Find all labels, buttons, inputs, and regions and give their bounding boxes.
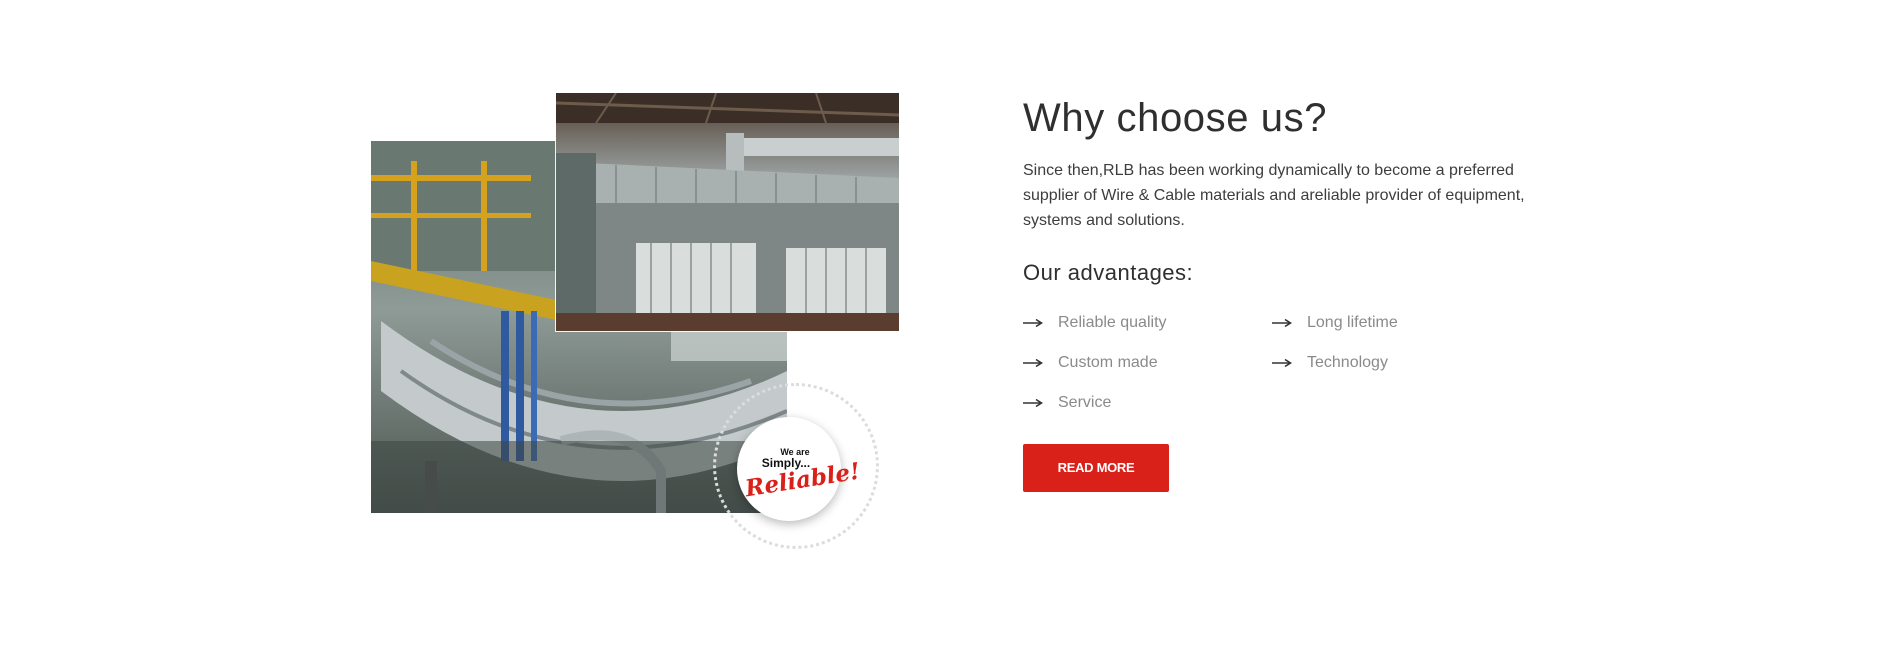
- advantage-label: Reliable quality: [1058, 314, 1167, 331]
- long-arrow-right-icon: [1023, 398, 1043, 408]
- advantage-label: Long lifetime: [1307, 314, 1398, 331]
- long-arrow-right-icon: [1023, 318, 1043, 328]
- advantage-item-custom-made: Custom made: [1023, 351, 1272, 375]
- read-more-button[interactable]: READ MORE: [1023, 444, 1169, 492]
- long-arrow-right-icon: [1023, 358, 1043, 368]
- advantage-label: Service: [1058, 394, 1112, 411]
- section-intro: Since then,RLB has been working dynamica…: [1023, 162, 1525, 229]
- why-choose-us-content: Why choose us? Since then,RLB has been w…: [1023, 92, 1563, 492]
- reliable-badge-logo: We are Simply... Reliable!: [737, 417, 862, 521]
- advantage-label: Custom made: [1058, 354, 1158, 371]
- advantages-list: Reliable quality Long lifetime Custom ma…: [1023, 311, 1563, 415]
- advantage-item-service: Service: [1023, 391, 1272, 415]
- advantage-item-technology: Technology: [1272, 351, 1521, 375]
- long-arrow-right-icon: [1272, 318, 1292, 328]
- section-title: Why choose us?: [1023, 96, 1328, 140]
- advantages-title: Our advantages:: [1023, 260, 1194, 285]
- industrial-furnace-photo: [556, 93, 899, 331]
- advantage-item-reliable-quality: Reliable quality: [1023, 311, 1272, 335]
- advantage-label: Technology: [1307, 354, 1388, 371]
- why-choose-us-section: We are Simply... Reliable! Why choose us…: [0, 0, 1899, 657]
- long-arrow-right-icon: [1272, 358, 1292, 368]
- advantage-item-long-lifetime: Long lifetime: [1272, 311, 1521, 335]
